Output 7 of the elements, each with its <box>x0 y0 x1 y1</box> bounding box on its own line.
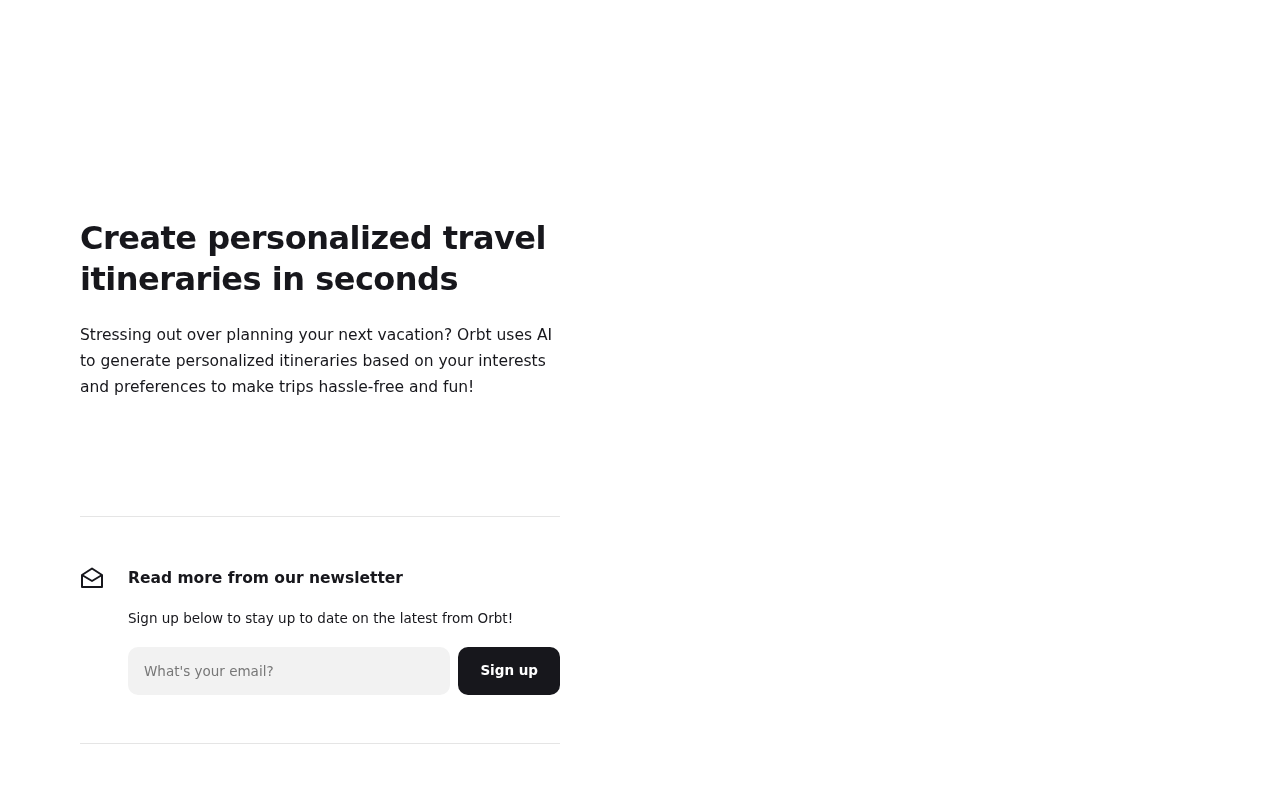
newsletter-heading: Read more from our newsletter <box>128 568 404 589</box>
hero-title: Create personalized travel itineraries in seconds <box>80 218 547 300</box>
sign-up-button[interactable]: Sign up <box>458 646 560 695</box>
mail-icon <box>80 567 104 589</box>
hero-description: Stressing out over planning your next vacation? Orbt uses AI to generate personalized itineraries based on your interests and preferences to make trips hassle-free and fun! <box>80 325 554 398</box>
newsletter-text: Sign up below to stay up to date on the latest from Orbt! <box>128 609 515 629</box>
email-field[interactable]: What's your email? <box>128 646 451 695</box>
